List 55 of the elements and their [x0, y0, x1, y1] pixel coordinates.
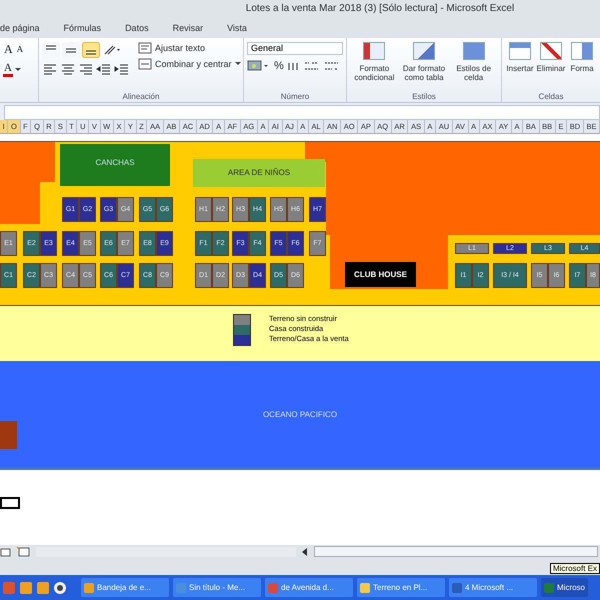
map-block [0, 420, 17, 449]
ribbon-tab[interactable]: Vista [215, 22, 259, 33]
scroll-left-icon[interactable] [300, 546, 310, 557]
wrap-text-button[interactable]: Ajustar texto [154, 42, 206, 54]
font-color-button[interactable]: A [3, 62, 13, 77]
percent-button[interactable]: % [273, 58, 285, 73]
styles-button[interactable]: Dar formato como tabla [400, 42, 448, 82]
courts-area: CANCHAS [60, 144, 170, 186]
align-button[interactable] [82, 42, 100, 58]
wrap-text-icon[interactable] [138, 42, 152, 54]
merge-cells-icon[interactable] [138, 58, 152, 70]
land-area [0, 142, 55, 182]
horizontal-scrollbar[interactable] [314, 546, 598, 558]
cells-button[interactable]: Insertar [505, 42, 535, 73]
taskbar-button[interactable]: de Avenida d... [265, 578, 353, 598]
shrink-font-button[interactable]: A [16, 44, 24, 54]
group-label: Estilos [411, 92, 437, 101]
ribbon-tab[interactable]: Datos [113, 22, 161, 33]
ocean-label: OCEANO PACIFICO [262, 410, 338, 420]
window-title: Lotes a la venta Mar 2018 (3) [Sólo lectura] - Microsoft Excel [246, 3, 514, 14]
group-label: Celdas [538, 92, 564, 101]
grow-font-button[interactable]: A [3, 42, 14, 57]
caret-icon[interactable] [14, 68, 21, 72]
align-right-icon[interactable] [78, 62, 94, 76]
styles-button[interactable]: Estilos de celda [449, 42, 498, 82]
taskbar-button[interactable]: Bandeja de e... [81, 578, 169, 598]
club-house: CLUB HOUSE [345, 262, 416, 287]
kids-area: AREA DE NIÑOS [193, 158, 325, 187]
currency-icon[interactable] [247, 58, 271, 73]
align-center-icon[interactable] [60, 62, 76, 76]
app-icon[interactable] [53, 580, 67, 595]
taskbar-button[interactable]: Sin título - Me... [173, 578, 261, 598]
number-format-dropdown[interactable]: General [247, 42, 343, 55]
selection-rectangle [0, 497, 20, 510]
styles-button[interactable]: Formato condicional [350, 42, 399, 82]
taskbar-button[interactable]: 4 Microsoft ... [449, 578, 537, 598]
formula-input[interactable] [4, 104, 600, 120]
cells-button[interactable]: Eliminar [536, 42, 566, 73]
ribbon-tab[interactable]: Revisar [160, 22, 216, 33]
sheet-icon[interactable] [0, 546, 12, 557]
caret-icon[interactable] [234, 62, 241, 66]
land-area [0, 182, 40, 224]
increase-indent-icon[interactable] [114, 62, 130, 76]
cells-button[interactable]: Forma [567, 42, 597, 73]
ribbon-tab[interactable]: de página [0, 22, 52, 33]
ribbon-tab[interactable]: Fórmulas [52, 22, 114, 33]
align-left-icon[interactable] [42, 62, 58, 76]
taskbar-button[interactable]: Microso [541, 578, 588, 598]
taskbar-button[interactable]: Terreno en Pl... [357, 578, 445, 598]
decrease-indent-icon[interactable] [96, 62, 112, 76]
merge-center-button[interactable]: Combinar y centrar [154, 58, 233, 70]
tooltip: Microsoft Ex [550, 563, 600, 574]
group-label: Número [280, 92, 310, 101]
insert-sheet-icon[interactable] [16, 546, 32, 558]
group-label: Alineación [122, 92, 160, 101]
